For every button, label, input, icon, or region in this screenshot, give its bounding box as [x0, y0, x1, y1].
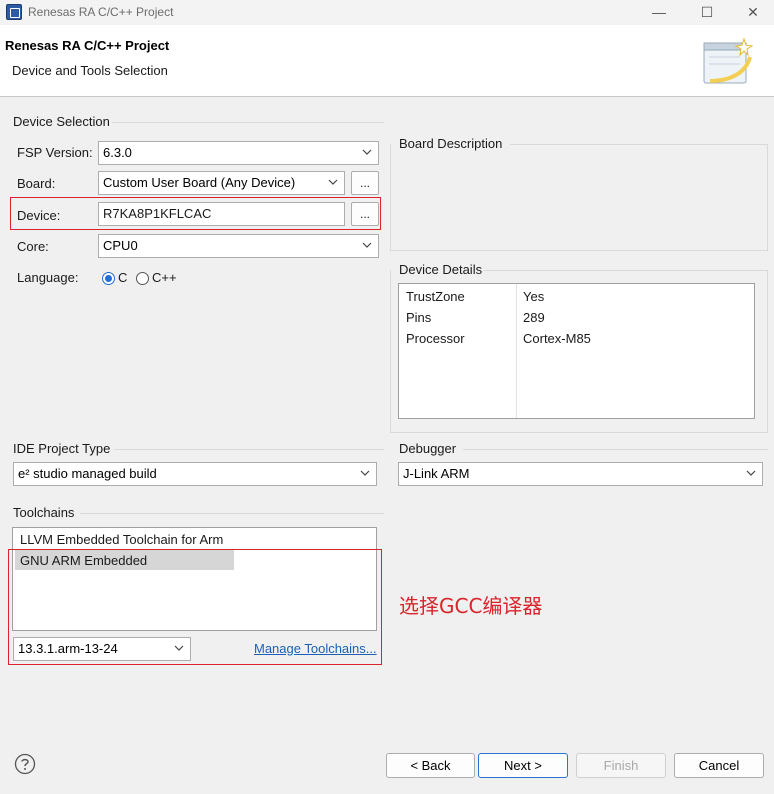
- group-divider: [463, 449, 768, 450]
- fsp-version-select[interactable]: 6.3.0: [98, 141, 379, 165]
- core-label: Core:: [17, 239, 49, 254]
- app-icon: [6, 4, 22, 20]
- board-value: Custom User Board (Any Device): [103, 175, 296, 190]
- language-c-label: C: [118, 270, 128, 285]
- next-button[interactable]: Next >: [478, 753, 568, 778]
- group-divider: [114, 449, 384, 450]
- detail-key-pins: Pins: [406, 310, 432, 325]
- minimize-button[interactable]: —: [647, 2, 671, 22]
- device-details-table: TrustZone Yes Pins 289 Processor Cortex-…: [398, 283, 755, 419]
- detail-key-processor: Processor: [406, 331, 465, 346]
- detail-value-processor: Cortex-M85: [523, 331, 591, 346]
- chevron-down-icon: [174, 645, 184, 651]
- language-cpp-radio[interactable]: [136, 272, 149, 285]
- language-label: Language:: [17, 270, 79, 285]
- board-select[interactable]: Custom User Board (Any Device): [98, 171, 345, 195]
- board-label: Board:: [17, 176, 56, 191]
- detail-value-pins: 289: [523, 310, 545, 325]
- debugger-value: J-Link ARM: [403, 466, 470, 481]
- wizard-banner-icon: [703, 37, 754, 84]
- fsp-version-label: FSP Version:: [17, 145, 93, 160]
- chevron-down-icon: [746, 470, 756, 476]
- page-subtitle: Device and Tools Selection: [12, 63, 168, 78]
- annotation-text: 选择GCC编译器: [399, 594, 543, 618]
- window-titlebar: Renesas RA C/C++ Project — ☐ ✕: [0, 0, 774, 25]
- back-button[interactable]: < Back: [386, 753, 475, 778]
- core-value: CPU0: [103, 238, 138, 253]
- detail-value-trustzone: Yes: [523, 289, 545, 304]
- toolchain-item-llvm[interactable]: LLVM Embedded Toolchain for Arm: [20, 532, 223, 547]
- chevron-down-icon: [360, 470, 370, 476]
- help-icon-glyph: [14, 753, 36, 775]
- ide-project-type-value: e² studio managed build: [18, 466, 157, 481]
- column-divider: [516, 284, 517, 418]
- core-select[interactable]: CPU0: [98, 234, 379, 258]
- debugger-select[interactable]: J-Link ARM: [398, 462, 763, 486]
- chevron-down-icon: [362, 242, 372, 248]
- group-divider: [80, 513, 384, 514]
- maximize-button[interactable]: ☐: [695, 2, 719, 22]
- page-title: Renesas RA C/C++ Project: [5, 38, 170, 53]
- device-selection-group-label: Device Selection: [13, 114, 110, 129]
- board-browse-button[interactable]: ...: [351, 171, 379, 195]
- group-divider: [112, 122, 384, 123]
- debugger-group-label: Debugger: [399, 441, 457, 456]
- chevron-down-icon: [328, 179, 338, 185]
- device-field[interactable]: R7KA8P1KFLCAC: [98, 202, 345, 226]
- chevron-down-icon: [362, 149, 372, 155]
- window-title: Renesas RA C/C++ Project: [28, 5, 174, 19]
- finish-button[interactable]: Finish: [576, 753, 666, 778]
- manage-toolchains-link[interactable]: Manage Toolchains...: [254, 641, 377, 656]
- toolchain-version-select[interactable]: 13.3.1.arm-13-24: [13, 637, 191, 661]
- wizard-header: Renesas RA C/C++ Project Device and Tool…: [0, 25, 774, 97]
- toolchain-version-value: 13.3.1.arm-13-24: [18, 641, 118, 656]
- help-icon[interactable]: [14, 753, 36, 775]
- board-description-panel: [390, 144, 768, 251]
- close-button[interactable]: ✕: [741, 2, 765, 22]
- toolchains-group-label: Toolchains: [13, 505, 75, 520]
- language-cpp-label: C++: [152, 270, 177, 285]
- cancel-button[interactable]: Cancel: [674, 753, 764, 778]
- ide-project-type-select[interactable]: e² studio managed build: [13, 462, 377, 486]
- detail-key-trustzone: TrustZone: [406, 289, 465, 304]
- fsp-version-value: 6.3.0: [103, 145, 132, 160]
- language-c-radio[interactable]: [102, 272, 115, 285]
- device-label: Device:: [17, 208, 61, 223]
- ide-project-type-group-label: IDE Project Type: [13, 441, 111, 456]
- device-browse-button[interactable]: ...: [351, 202, 379, 226]
